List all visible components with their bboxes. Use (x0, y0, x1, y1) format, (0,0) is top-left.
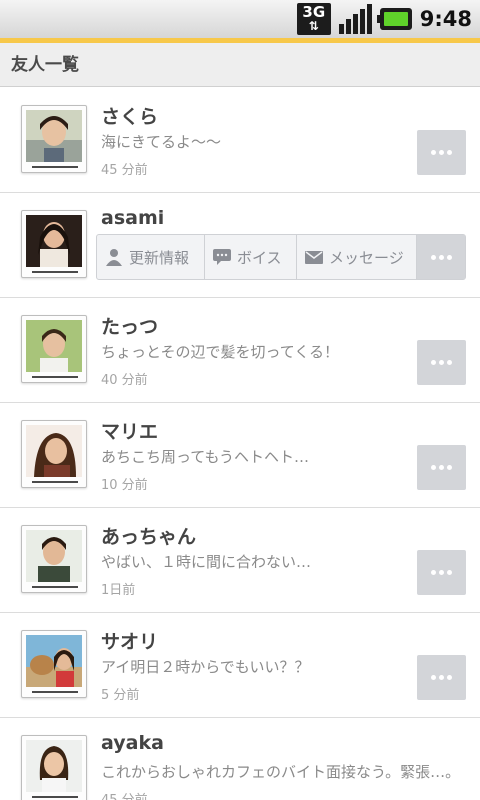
avatar[interactable] (21, 105, 87, 173)
friend-row[interactable]: ayaka これからおしゃれカフェのバイト面接なう。緊張…。 45 分前 (0, 718, 480, 800)
more-button[interactable] (417, 340, 466, 385)
person-icon (106, 249, 122, 266)
friend-status: ちょっとその辺で髪を切ってくる！ (101, 343, 340, 361)
message-label: メッセージ (329, 248, 404, 267)
avatar[interactable] (21, 525, 87, 593)
more-icon (431, 465, 436, 470)
network-3g-icon: 3G ⇅ (296, 3, 331, 35)
friend-time: 45 分前 (101, 163, 148, 178)
signal-icon (338, 4, 372, 34)
more-icon (431, 150, 436, 155)
friend-name: あっちゃん (101, 526, 197, 548)
friend-list: さくら 海にきてるよ〜〜 45 分前 asami 更新情報 ボイス メッセージ (0, 88, 480, 800)
voice-label: ボイス (237, 248, 282, 267)
friend-name: マリエ (101, 421, 159, 443)
friend-status: あちこち周ってもうヘトヘト… (101, 448, 310, 466)
friend-status: やばい、１時に間に合わない… (101, 553, 312, 571)
friend-status: 海にきてるよ〜〜 (101, 133, 222, 151)
avatar[interactable] (21, 735, 87, 800)
friend-time: 5 分前 (101, 688, 140, 703)
more-icon (431, 360, 436, 365)
friend-time: 40 分前 (101, 373, 148, 388)
update-info-button[interactable]: 更新情報 (97, 235, 205, 279)
friend-row[interactable]: あっちゃん やばい、１時に間に合わない… 1日前 (0, 508, 480, 613)
status-bar: 3G ⇅ 9:48 (0, 0, 480, 38)
message-button[interactable]: メッセージ (297, 235, 417, 279)
friend-status: これからおしゃれカフェのバイト面接なう。緊張…。 (101, 763, 461, 781)
page-title: 友人一覧 (0, 43, 480, 87)
friend-time: 10 分前 (101, 478, 148, 493)
friend-time: 1日前 (101, 583, 136, 598)
clock: 9:48 (419, 7, 472, 31)
voice-button[interactable]: ボイス (205, 235, 297, 279)
friend-name: さくら (101, 106, 159, 128)
more-button[interactable] (417, 130, 466, 175)
avatar-photo (26, 425, 82, 477)
more-button[interactable] (417, 550, 466, 595)
friend-row[interactable]: さくら 海にきてるよ〜〜 45 分前 (0, 88, 480, 193)
friend-time: 45 分前 (101, 789, 148, 800)
friend-status: アイ明日２時からでもいい？？ (101, 658, 310, 676)
avatar-photo (26, 215, 82, 267)
friend-name: たっつ (101, 316, 159, 338)
more-icon (430, 254, 436, 260)
friend-name: サオリ (101, 631, 159, 653)
avatar-photo (26, 740, 82, 792)
more-button[interactable] (417, 445, 466, 490)
more-button[interactable] (417, 235, 465, 279)
avatar[interactable] (21, 630, 87, 698)
update-info-label: 更新情報 (129, 248, 190, 267)
avatar[interactable] (21, 420, 87, 488)
friend-row[interactable]: たっつ ちょっとその辺で髪を切ってくる！ 40 分前 (0, 298, 480, 403)
more-button[interactable] (417, 655, 466, 700)
friend-row[interactable]: マリエ あちこち周ってもうヘトヘト… 10 分前 (0, 403, 480, 508)
friend-row[interactable]: asami 更新情報 ボイス メッセージ (0, 193, 480, 298)
more-icon (431, 570, 436, 575)
avatar-photo (26, 635, 82, 687)
envelope-icon (305, 250, 323, 264)
friend-name: ayaka (101, 732, 164, 754)
avatar[interactable] (21, 210, 87, 278)
action-bar: 更新情報 ボイス メッセージ (96, 234, 466, 280)
avatar-photo (26, 320, 82, 372)
friend-name: asami (101, 207, 165, 229)
avatar[interactable] (21, 315, 87, 383)
battery-icon (376, 8, 412, 30)
more-icon (431, 675, 436, 680)
avatar-photo (26, 530, 82, 582)
friend-row[interactable]: サオリ アイ明日２時からでもいい？？ 5 分前 (0, 613, 480, 718)
speech-bubble-icon (213, 249, 231, 265)
avatar-photo (26, 110, 82, 162)
